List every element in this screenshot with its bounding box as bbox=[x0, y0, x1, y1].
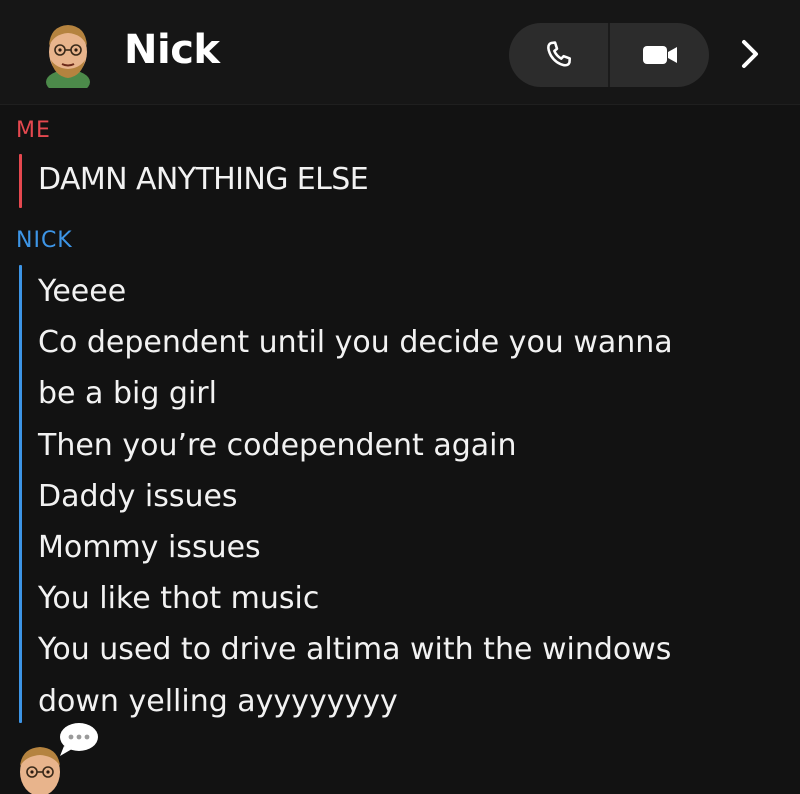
call-controls bbox=[509, 23, 709, 87]
message-text[interactable]: Co dependent until you decide you wanna bbox=[38, 317, 778, 368]
message-text[interactable]: DAMN ANYTHING ELSE bbox=[38, 156, 369, 204]
message-text[interactable]: Daddy issues bbox=[38, 471, 778, 522]
message-group-me: DAMN ANYTHING ELSE bbox=[38, 156, 369, 204]
chat-header: Nick bbox=[0, 0, 800, 105]
typing-dots-icon bbox=[60, 723, 98, 756]
sender-label-nick: NICK bbox=[16, 228, 73, 253]
voice-call-button[interactable] bbox=[509, 23, 608, 87]
message-text[interactable]: be a big girl bbox=[38, 368, 778, 419]
message-text[interactable]: Mommy issues bbox=[38, 522, 778, 573]
video-camera-icon bbox=[642, 46, 677, 64]
message-text[interactable]: Then you’re codependent again bbox=[38, 420, 778, 471]
video-call-button[interactable] bbox=[610, 23, 709, 87]
message-text[interactable]: You like thot music bbox=[38, 573, 778, 624]
message-text[interactable]: Yeeee bbox=[38, 266, 778, 317]
message-group-nick: Yeeee Co dependent until you decide you … bbox=[38, 266, 778, 727]
phone-icon bbox=[546, 41, 571, 67]
contact-name[interactable]: Nick bbox=[124, 26, 220, 74]
bitmoji-avatar-icon[interactable] bbox=[42, 18, 94, 88]
sender-label-me: ME bbox=[16, 118, 51, 143]
message-text[interactable]: down yelling ayyyyyyyy bbox=[38, 676, 778, 727]
chevron-right-icon bbox=[742, 40, 758, 68]
message-bar-nick bbox=[19, 265, 22, 723]
message-text[interactable]: You used to drive altima with the window… bbox=[38, 624, 778, 675]
message-bar-me bbox=[19, 154, 22, 208]
more-chevron-button[interactable] bbox=[730, 32, 770, 76]
